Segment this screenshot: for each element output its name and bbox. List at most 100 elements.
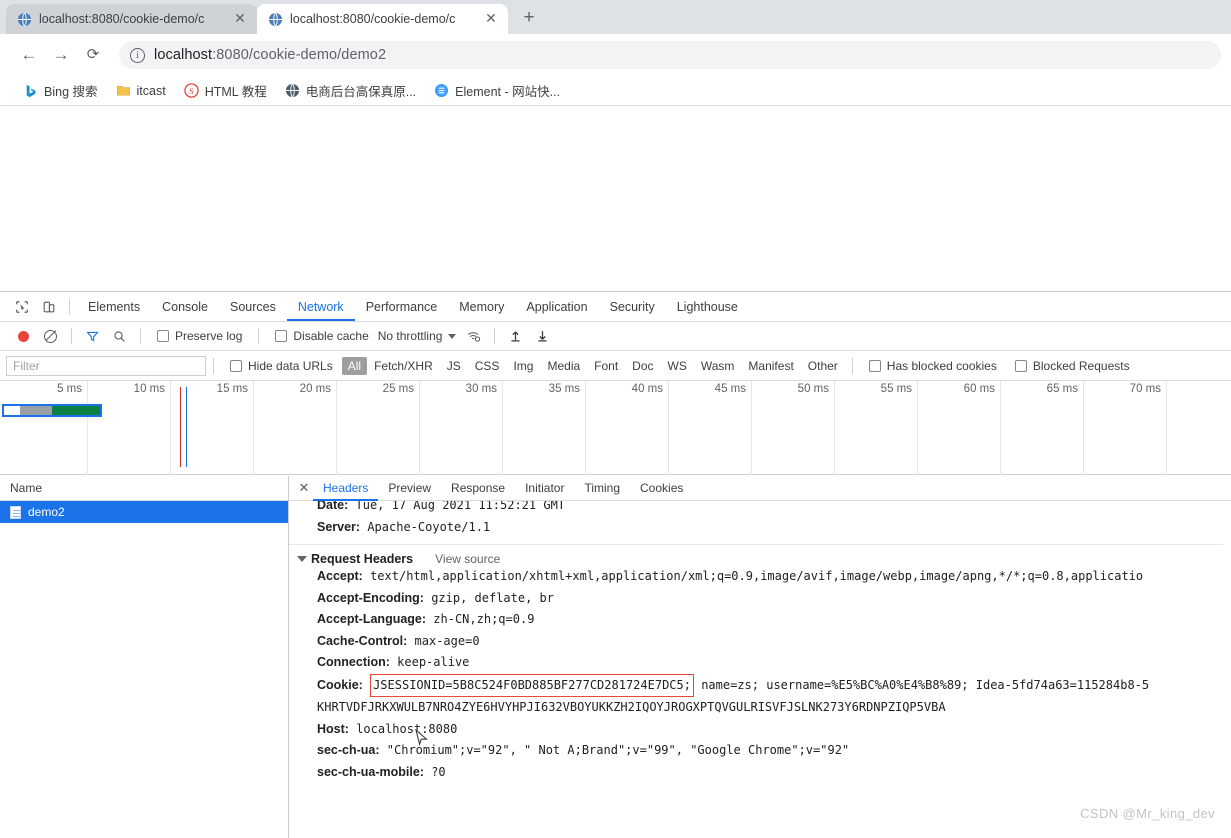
header-row-connection: Connection: keep-alive: [303, 652, 1231, 674]
header-row-server: Server: Apache-Coyote/1.1: [303, 517, 1231, 539]
request-row-name: demo2: [28, 505, 65, 519]
request-headers-section-header[interactable]: Request Headers View source: [289, 544, 1231, 566]
record-button[interactable]: [10, 323, 37, 349]
header-value: gzip, deflate, br: [431, 590, 555, 605]
bookmark-label: Bing 搜索: [44, 85, 98, 99]
browser-tab-1-title: localhost:8080/cookie-demo/c: [39, 12, 205, 26]
export-har-icon[interactable]: [529, 323, 556, 349]
devtools-tab-performance[interactable]: Performance: [355, 292, 449, 321]
filter-type-ws[interactable]: WS: [661, 359, 694, 373]
detail-tab-response[interactable]: Response: [441, 476, 515, 501]
document-icon: [10, 505, 21, 519]
back-button[interactable]: ←: [14, 40, 44, 70]
header-key: Cache-Control:: [317, 633, 408, 648]
header-value: keep-alive: [397, 655, 470, 669]
divider: [71, 328, 72, 344]
detail-tab-cookies[interactable]: Cookies: [630, 476, 693, 501]
bookmark-label: 电商后台高保真原...: [305, 85, 417, 99]
address-bar[interactable]: i localhost:8080/cookie-demo/demo2: [119, 41, 1221, 69]
detail-vertical-scrollbar[interactable]: [1223, 501, 1231, 838]
triangle-down-icon: [297, 556, 307, 562]
close-icon[interactable]: ✕: [295, 480, 313, 496]
tab-close-icon[interactable]: ✕: [232, 11, 248, 27]
headers-content[interactable]: Date: Tue, 17 Aug 2021 11:52:21 GMT Serv…: [289, 501, 1231, 838]
devtools-tab-bar: Elements Console Sources Network Perform…: [0, 292, 1231, 322]
cookie-wrapped-line: KHRTVDFJRKXWULB7NRO4ZYE6HVYHPJI632VBOYUK…: [317, 700, 946, 714]
devtools-tab-lighthouse[interactable]: Lighthouse: [666, 292, 749, 321]
funnel-icon[interactable]: [79, 323, 106, 349]
inspect-element-icon[interactable]: [8, 294, 35, 320]
browser-tab-2[interactable]: localhost:8080/cookie-demo/c ✕: [257, 4, 508, 34]
devtools-tab-elements[interactable]: Elements: [77, 292, 151, 321]
bookmark-item-element[interactable]: Element - 网站快...: [425, 79, 569, 103]
preserve-log-checkbox[interactable]: Preserve log: [148, 329, 251, 343]
devtools-tab-network[interactable]: Network: [287, 292, 355, 321]
has-blocked-cookies-label: Has blocked cookies: [886, 358, 997, 373]
divider: [69, 298, 70, 315]
timeline-tick-label: 50 ms: [797, 383, 829, 395]
filter-type-wasm[interactable]: Wasm: [694, 359, 742, 373]
detail-tab-preview[interactable]: Preview: [378, 476, 441, 501]
browser-chrome: localhost:8080/cookie-demo/c ✕ localhost…: [0, 0, 1231, 283]
filter-type-fetch-xhr[interactable]: Fetch/XHR: [367, 359, 440, 373]
devtools-tab-security[interactable]: Security: [599, 292, 666, 321]
header-row-accept-encoding: Accept-Encoding: gzip, deflate, br: [303, 588, 1231, 610]
watermark-text: CSDN @Mr_king_dev: [1080, 806, 1215, 821]
disable-cache-checkbox[interactable]: Disable cache: [266, 329, 377, 343]
blocked-requests-label: Blocked Requests: [1032, 358, 1130, 373]
new-tab-button[interactable]: +: [515, 4, 543, 32]
timeline-tick-label: 45 ms: [714, 383, 746, 395]
bookmark-item-ecommerce[interactable]: 电商后台高保真原...: [276, 79, 425, 103]
filter-type-js[interactable]: JS: [440, 359, 468, 373]
divider: [140, 328, 141, 344]
divider: [851, 357, 853, 374]
browser-tab-1[interactable]: localhost:8080/cookie-demo/c ✕: [6, 4, 257, 34]
bookmark-label: Element - 网站快...: [455, 85, 561, 99]
devtools-tab-application[interactable]: Application: [515, 292, 598, 321]
network-conditions-icon[interactable]: [460, 323, 487, 349]
overview-bar-waiting: [20, 406, 52, 415]
filter-type-font[interactable]: Font: [587, 359, 625, 373]
request-row-demo2[interactable]: demo2: [0, 501, 288, 523]
search-icon[interactable]: [106, 323, 133, 349]
reload-button[interactable]: ⟳: [78, 40, 108, 70]
network-toolbar: Preserve log Disable cache No throttling: [0, 322, 1231, 351]
devtools-tab-memory[interactable]: Memory: [448, 292, 515, 321]
timeline-tick-label: 35 ms: [548, 383, 580, 395]
devtools-tab-sources[interactable]: Sources: [219, 292, 287, 321]
throttling-select[interactable]: No throttling: [378, 329, 461, 343]
bookmark-item-html-tutorial[interactable]: S HTML 教程: [175, 79, 276, 103]
detail-tab-headers[interactable]: Headers: [313, 476, 378, 501]
import-har-icon[interactable]: [502, 323, 529, 349]
tab-close-icon[interactable]: ✕: [483, 11, 499, 27]
hide-data-urls-checkbox[interactable]: Hide data URLs: [221, 359, 342, 373]
header-value: max-age=0: [414, 633, 480, 648]
info-circle-icon[interactable]: i: [130, 47, 145, 63]
blocked-requests-checkbox[interactable]: Blocked Requests: [1006, 359, 1139, 373]
view-source-link[interactable]: View source: [435, 552, 500, 566]
clear-button[interactable]: [37, 323, 64, 349]
filter-type-all[interactable]: All: [341, 356, 368, 375]
device-toolbar-icon[interactable]: [35, 294, 62, 320]
filter-type-doc[interactable]: Doc: [625, 359, 660, 373]
checkbox-box: [230, 359, 242, 372]
detail-tab-initiator[interactable]: Initiator: [515, 476, 574, 501]
header-value: localhost:8080: [356, 721, 458, 736]
divider: [494, 328, 496, 344]
filter-type-img[interactable]: Img: [506, 359, 540, 373]
filter-type-manifest[interactable]: Manifest: [741, 359, 800, 373]
devtools-tab-console[interactable]: Console: [151, 292, 219, 321]
filter-input[interactable]: Filter: [6, 355, 206, 376]
timeline-tick-label: 65 ms: [1046, 383, 1078, 395]
bookmark-item-bing[interactable]: Bing 搜索: [14, 79, 107, 103]
network-overview-timeline[interactable]: 5 ms 10 ms 15 ms 20 ms 25 ms 30 ms 35 ms…: [0, 381, 1231, 475]
detail-tab-timing[interactable]: Timing: [574, 476, 630, 501]
forward-button[interactable]: →: [46, 40, 76, 70]
filter-type-css[interactable]: CSS: [468, 359, 507, 373]
filter-type-media[interactable]: Media: [540, 359, 587, 373]
has-blocked-cookies-checkbox[interactable]: Has blocked cookies: [860, 359, 1006, 373]
filter-type-other[interactable]: Other: [801, 359, 845, 373]
address-bar-url: localhost:8080/cookie-demo/demo2: [154, 47, 387, 63]
requests-column-header-name[interactable]: Name: [0, 476, 288, 501]
bookmark-item-itcast[interactable]: itcast: [107, 79, 175, 103]
